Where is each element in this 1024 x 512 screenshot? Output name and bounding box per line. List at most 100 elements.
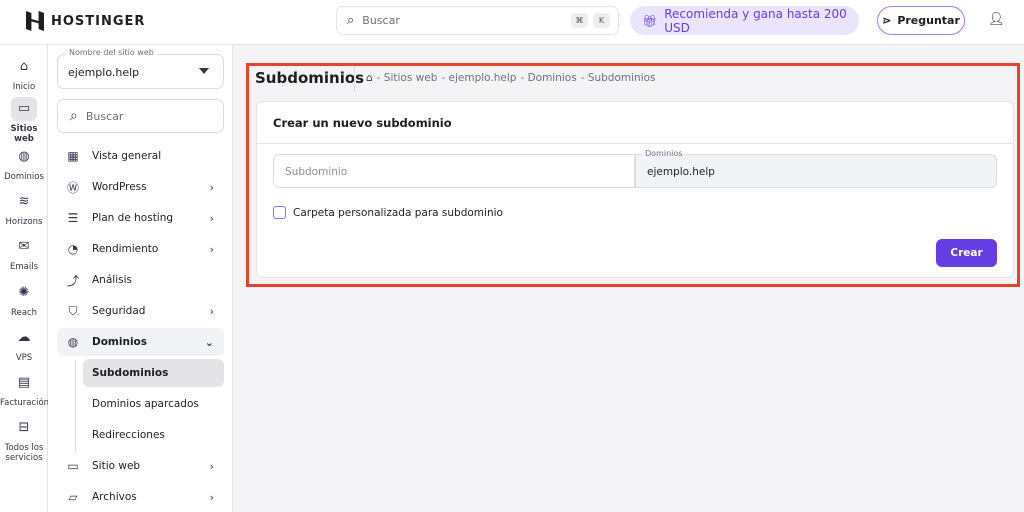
rail-label: Todos los servicios	[4, 443, 44, 463]
rail-item-vps[interactable]: ☁ VPS	[0, 326, 48, 363]
ask-ai-button[interactable]: ⋗ Preguntar	[877, 6, 965, 35]
wordpress-icon: Ⓦ	[66, 180, 79, 195]
card-title: Crear un nuevo subdominio	[273, 116, 452, 130]
search-icon: ⌕	[70, 108, 78, 124]
cloud-icon: ☁	[17, 330, 31, 345]
sidebar-search-placeholder: Buscar	[85, 109, 124, 123]
rail-label: Sitios web	[10, 124, 38, 144]
rail-label: VPS	[15, 353, 33, 363]
website-selector[interactable]: Nombre del sitio web ejemplo.help	[57, 48, 224, 89]
custom-folder-checkbox[interactable]: Carpeta personalizada para subdominio	[273, 206, 503, 219]
rail-label: Reach	[10, 308, 38, 318]
rail-label: Horizons	[5, 217, 43, 227]
sidebar-subitem-subdominios[interactable]: Subdominios	[83, 359, 224, 387]
rail-item-reach[interactable]: ✺ Reach	[0, 281, 48, 318]
sidebar-item-wordpress[interactable]: Ⓦ WordPress ›	[57, 173, 224, 201]
rail-item-sitios-web[interactable]: ▭ Sitios web	[0, 97, 48, 144]
page-title: Subdominios	[255, 69, 365, 87]
rail-label: Dominios	[4, 172, 44, 182]
sidebar-item-label: Archivos	[92, 491, 137, 503]
submenu-guide-line	[75, 361, 76, 453]
rail-label: Emails	[9, 262, 38, 272]
home-icon[interactable]: ⌂	[366, 72, 373, 84]
checkbox[interactable]	[273, 206, 286, 219]
website-selector-value: ejemplo.help	[68, 66, 140, 79]
cmd-key: ⌘	[571, 13, 588, 28]
global-search-input[interactable]: ⌕ Buscar ⌘ K	[336, 6, 619, 35]
chevron-right-icon: ›	[209, 211, 214, 225]
create-subdomain-card: Crear un nuevo subdominio Subdominio Dom…	[256, 101, 1014, 278]
sidebar-item-dominios[interactable]: ◍ Dominios ⌄	[57, 328, 224, 356]
horizons-icon: ≋	[18, 194, 30, 209]
rail-item-emails[interactable]: ✉ Emails	[0, 235, 48, 272]
sidebar-item-plan-hosting[interactable]: ☰ Plan de hosting ›	[57, 204, 224, 232]
user-account-icon[interactable]: 👤︎	[988, 12, 1005, 27]
sidebar-item-label: Rendimiento	[92, 243, 159, 255]
chevron-right-icon: ›	[209, 180, 214, 194]
globe-icon: ◍	[18, 149, 30, 164]
hostinger-logo[interactable]: HOSTINGER	[26, 11, 145, 31]
sidebar-item-vista-general[interactable]: ▦ Vista general	[57, 142, 224, 170]
sidebar-search-input[interactable]: ⌕ Buscar	[57, 99, 224, 133]
sidebar-item-sitio-web[interactable]: ▭ Sitio web ›	[57, 452, 224, 480]
rail-item-inicio[interactable]: ⌂ Inicio	[0, 55, 48, 92]
credit-card-icon: ▤	[17, 375, 31, 390]
icon-rail: ⌂ Inicio ▭ Sitios web ◍ Dominios ≋ Horizons …	[0, 45, 50, 512]
sidebar-item-label: Análisis	[92, 274, 132, 286]
hostinger-logo-icon	[26, 11, 44, 31]
breadcrumb-item: - Subdominios	[580, 72, 656, 84]
shield-icon: ⛉	[68, 303, 78, 318]
rail-item-horizons[interactable]: ≋ Horizons	[0, 190, 48, 227]
browser-icon: ▭	[67, 459, 79, 473]
chevron-right-icon: ›	[209, 459, 214, 473]
sidebar-item-label: Dominios	[92, 336, 148, 348]
reach-icon: ✺	[18, 285, 30, 300]
sidebar-item-label: Sitio web	[92, 460, 141, 472]
k-key: K	[593, 13, 610, 28]
globe-icon: ◍	[67, 335, 79, 349]
server-icon: ☰	[67, 211, 79, 225]
subdomain-input[interactable]: Subdominio	[273, 154, 635, 188]
breadcrumb-item[interactable]: - ejemplo.help	[441, 72, 516, 84]
sidebar-item-label: Vista general	[92, 150, 162, 162]
sidebar-item-seguridad[interactable]: ⛉ Seguridad ›	[57, 297, 224, 325]
sidebar-item-archivos[interactable]: ▱ Archivos ›	[57, 483, 224, 511]
sidebar: Nombre del sitio web ejemplo.help ⌕ Buscar…	[48, 45, 233, 512]
search-icon: ⌕	[347, 13, 355, 28]
chevron-down-icon: ⌄	[204, 335, 214, 349]
rail-label: Facturación	[0, 398, 50, 408]
rail-label: Inicio	[12, 82, 36, 92]
chevron-right-icon: ›	[209, 242, 214, 256]
dashboard-icon: ▦	[67, 149, 79, 163]
caret-down-icon	[199, 68, 209, 79]
browser-icon: ▭	[11, 97, 37, 121]
rail-item-todos-servicios[interactable]: ⊟ Todos los servicios	[0, 416, 48, 463]
breadcrumb-item[interactable]: - Dominios	[520, 72, 576, 84]
breadcrumb-item[interactable]: - Sitios web	[377, 72, 438, 84]
sidebar-item-rendimiento[interactable]: ◔ Rendimiento ›	[57, 235, 224, 263]
mail-icon: ✉	[18, 239, 30, 254]
services-icon: ⊟	[18, 420, 30, 435]
home-icon: ⌂	[19, 59, 29, 74]
top-header: HOSTINGER ⌕ Buscar ⌘ K 🎁︎ Recomienda y gana…	[0, 0, 1024, 45]
checkbox-label: Carpeta personalizada para subdominio	[293, 206, 503, 219]
sidebar-subitem-dominios-aparcados[interactable]: Dominios aparcados	[83, 390, 224, 418]
sidebar-item-label: WordPress	[92, 181, 147, 193]
brand-name: HOSTINGER	[51, 13, 146, 29]
sidebar-subitem-redirecciones[interactable]: Redirecciones	[83, 421, 224, 449]
rail-item-facturacion[interactable]: ▤ Facturación	[0, 371, 50, 408]
referral-button[interactable]: 🎁︎ Recomienda y gana hasta 200 USD	[630, 6, 859, 35]
ai-assistant-icon: ⋗	[882, 14, 892, 27]
pie-chart-icon: ◔	[67, 242, 79, 256]
domain-field: Dominios ejemplo.help	[635, 149, 997, 188]
card-divider	[257, 143, 1013, 144]
domain-field-label: Dominios	[642, 149, 686, 158]
sidebar-item-label: Plan de hosting	[92, 212, 174, 224]
create-button[interactable]: Crear	[936, 239, 997, 267]
sidebar-item-analisis[interactable]: ⤴ Análisis	[57, 266, 224, 294]
rail-item-dominios[interactable]: ◍ Dominios	[0, 145, 48, 182]
gift-icon: 🎁︎	[642, 13, 658, 28]
domain-field-value: ejemplo.help	[647, 166, 715, 178]
search-placeholder: Buscar	[362, 14, 400, 27]
trend-icon: ⤴	[66, 273, 79, 288]
